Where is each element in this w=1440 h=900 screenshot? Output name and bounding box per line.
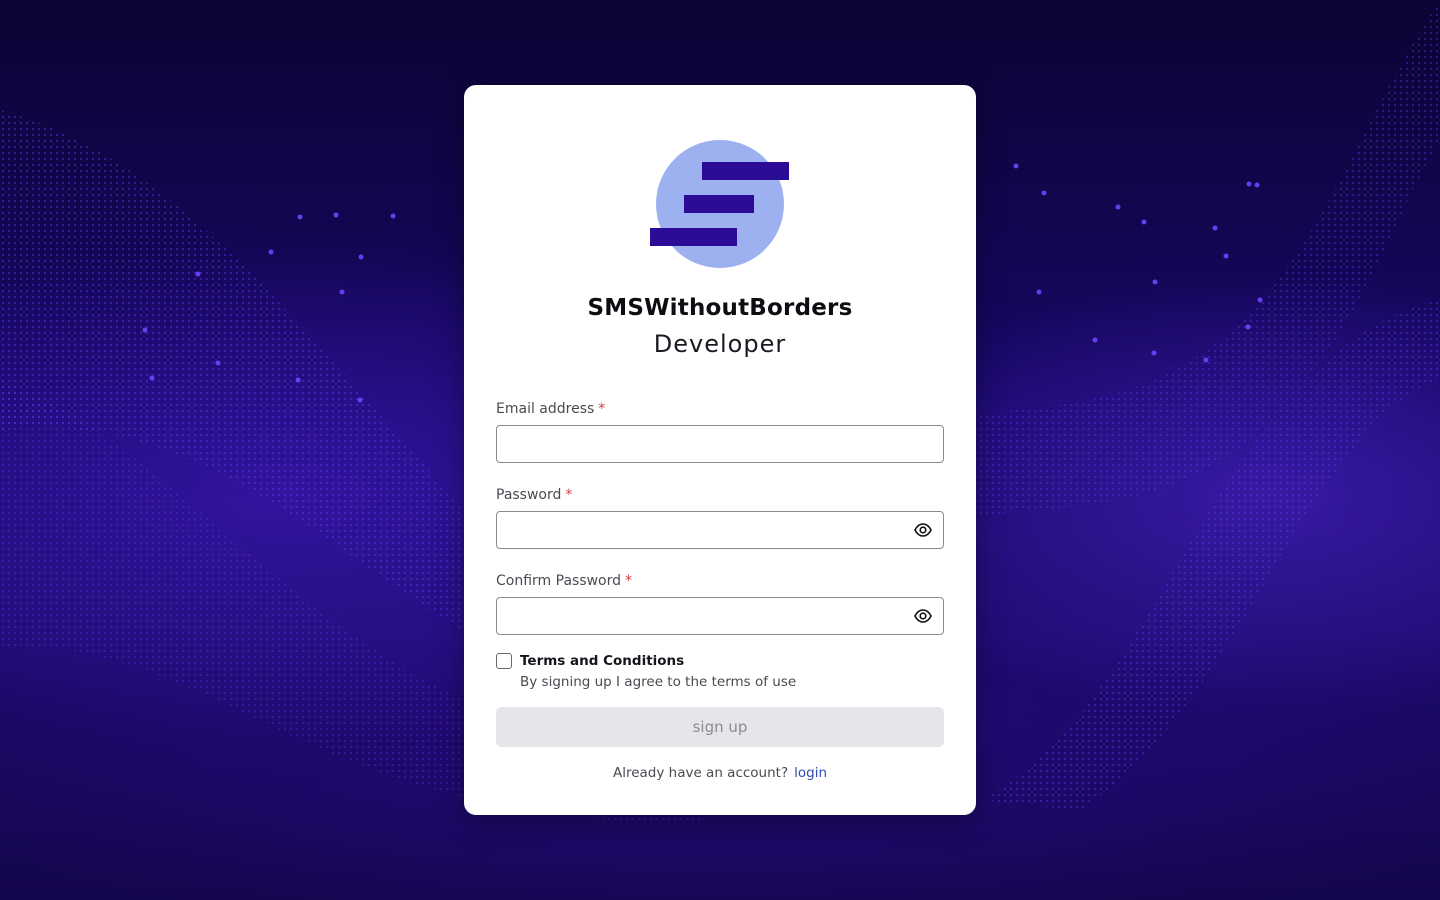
eye-icon bbox=[914, 523, 932, 537]
confirm-password-visibility-toggle[interactable] bbox=[911, 604, 935, 628]
eye-icon bbox=[914, 609, 932, 623]
required-asterisk: * bbox=[565, 487, 573, 503]
email-label-text: Email address bbox=[496, 401, 595, 417]
confirm-password-field[interactable] bbox=[496, 597, 944, 635]
terms-description: By signing up I agree to the terms of us… bbox=[520, 674, 797, 690]
password-label-text: Password bbox=[496, 487, 562, 503]
required-asterisk: * bbox=[598, 401, 606, 417]
password-field[interactable] bbox=[496, 511, 944, 549]
login-link[interactable]: login bbox=[794, 765, 827, 781]
login-prompt-text: Already have an account? bbox=[612, 765, 789, 781]
confirm-password-label: Confirm Password * bbox=[496, 573, 632, 589]
confirm-password-label-text: Confirm Password bbox=[496, 573, 622, 589]
login-prompt: Already have an account? login bbox=[464, 765, 976, 781]
email-field[interactable] bbox=[496, 425, 944, 463]
smswithoutborders-logo-icon bbox=[650, 140, 789, 268]
required-asterisk: * bbox=[625, 573, 633, 589]
brand-subtitle: Developer bbox=[653, 330, 787, 358]
brand-title: SMSWithoutBorders bbox=[587, 295, 853, 321]
terms-title: Terms and Conditions bbox=[520, 653, 685, 669]
sign-up-button[interactable]: sign up bbox=[496, 707, 944, 747]
signup-card: SMSWithoutBorders Developer Email addres… bbox=[464, 85, 976, 815]
terms-checkbox[interactable] bbox=[496, 653, 512, 669]
email-label: Email address * bbox=[496, 401, 605, 417]
password-visibility-toggle[interactable] bbox=[911, 518, 935, 542]
password-label: Password * bbox=[496, 487, 572, 503]
